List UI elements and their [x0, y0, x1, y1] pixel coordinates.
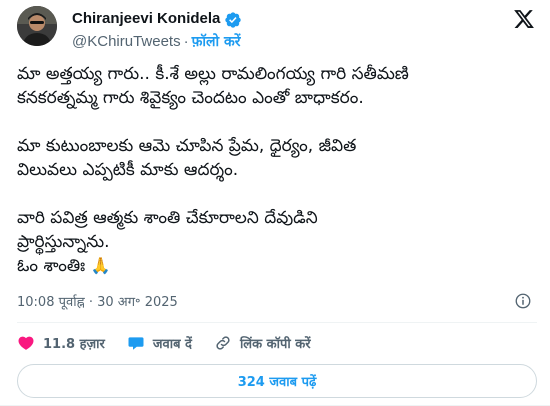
info-icon[interactable] [514, 292, 532, 310]
handle[interactable]: @KChiruTweets [72, 33, 181, 50]
tweet-line: మా అత్తయ్య గారు.. కీ.శే అల్లు రామలింగయ్య… [17, 64, 409, 84]
folded-hands-emoji-icon: 🙏 [90, 256, 111, 275]
tweet-line: ప్రార్థిస్తున్నాను. [17, 232, 110, 252]
like-count: 11.8 हज़ार [43, 337, 105, 352]
copy-link-label: लिंक कॉपी करें [239, 337, 311, 352]
reply-button[interactable]: जवाब दें [127, 334, 192, 352]
read-replies-button[interactable]: 324 जवाब पढ़ें [17, 364, 537, 398]
tweet-date[interactable]: 30 अग॰ 2025 [97, 295, 178, 310]
display-name[interactable]: Chiranjeevi Konidela [72, 10, 220, 27]
copy-link-button[interactable]: लिंक कॉपी करें [214, 334, 311, 352]
heart-icon [18, 336, 34, 350]
link-icon [216, 336, 230, 350]
verified-badge-icon [225, 12, 241, 28]
reply-bubble-icon [128, 337, 144, 350]
avatar[interactable] [17, 6, 57, 46]
follow-button[interactable]: फ़ॉलो करें [192, 34, 241, 50]
tweet-line: మా కుటుంబాలకు ఆమె చూపిన ప్రేమ, ధైర్యం, జ… [17, 136, 357, 156]
tweet-text: మా అత్తయ్య గారు.. కీ.శే అల్లు రామలింగయ్య… [17, 62, 537, 278]
separator-dot: · [183, 33, 189, 50]
tweet-line: వారి పవిత్ర ఆత్మకు శాంతి చేకూరాలని దేవుడ… [17, 208, 318, 228]
tweet-line: విలువలు ఎప్పటికీ మాకు ఆదర్శం. [17, 160, 239, 180]
divider [17, 322, 537, 323]
handle-row: @KChiruTweets · फ़ॉलो करें [72, 32, 241, 51]
tweet-card: Chiranjeevi Konidela @KChiruTweets · फ़ॉलो… [0, 0, 550, 406]
action-bar: 11.8 हज़ार जवाब दें लिंक कॉपी करें [17, 332, 333, 354]
tweet-line: కనకరత్నమ్మ గారు శివైక్యం చెందటం ఎంతో బాధ… [17, 88, 364, 108]
tweet-line-text: ఓం శాంతిః [17, 256, 86, 276]
reply-label: जवाब दें [152, 337, 192, 352]
tweet-time[interactable]: 10:08 पूर्वाह्न [17, 295, 85, 310]
tweet-line-final: ఓం శాంతిః 🙏 [17, 254, 537, 278]
like-button[interactable]: 11.8 हज़ार [17, 334, 105, 352]
timestamp-row: 10:08 पूर्वाह्न · 30 अग॰ 2025 [17, 292, 178, 310]
x-logo-icon[interactable] [513, 8, 535, 30]
separator-dot: · [88, 295, 93, 310]
profile-photo-icon [17, 6, 57, 46]
